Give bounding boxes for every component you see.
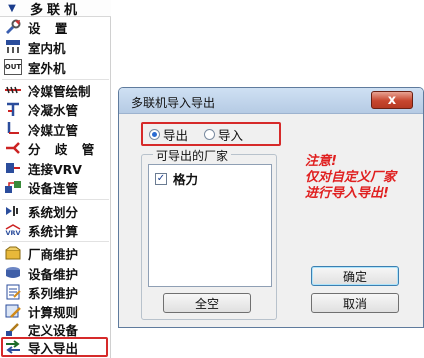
import-export-dialog: 多联机导入导出 x 导出 导入 可导出的厂家 ✓ 格力 注意! 仅对自定义厂家 … — [118, 87, 424, 328]
select-all-button[interactable]: 全空 — [163, 293, 251, 313]
menu-header-label: 多联机 — [30, 2, 82, 18]
menu-item-label: 冷媒管绘制 — [28, 83, 91, 99]
menu-item-label: 设 置 — [28, 20, 73, 36]
menu-item-label: 室内机 — [28, 40, 66, 56]
menu-item-label: 冷媒立管 — [28, 122, 79, 138]
dialog-title: 多联机导入导出 — [131, 96, 216, 110]
connect-vrv-icon — [4, 160, 22, 176]
menu-divider — [2, 199, 109, 200]
refrigerant-pipe-icon — [4, 82, 22, 98]
dialog-titlebar[interactable]: 多联机导入导出 x — [119, 88, 423, 114]
menu-item-label: 系列维护 — [28, 285, 79, 301]
cancel-button[interactable]: 取消 — [311, 293, 399, 313]
radio-export-label: 导出 — [163, 127, 189, 143]
vendor-list[interactable]: ✓ 格力 — [148, 164, 272, 287]
vendor-maintain-icon — [4, 245, 22, 261]
radio-import-label: 导入 — [218, 127, 244, 143]
menu-item-condensate-pipe[interactable]: 冷凝水管 — [0, 100, 111, 118]
equipment-pipe-icon — [4, 179, 22, 195]
vendor-group-title: 可导出的厂家 — [153, 147, 232, 164]
menu-item-label: 连接VRV — [28, 161, 82, 177]
close-icon: x — [387, 92, 397, 108]
menu-item-label: 厂商维护 — [28, 246, 79, 262]
menu-item-connect-vrv[interactable]: 连接VRV — [0, 159, 111, 177]
chevron-down-icon: ▼ — [8, 2, 16, 14]
menu-item-calc-rule[interactable]: 计算规则 — [0, 302, 111, 320]
menu-item-indoor-unit[interactable]: 室内机 — [0, 38, 111, 56]
define-equipment-icon — [4, 321, 22, 337]
riser-pipe-icon — [4, 121, 22, 137]
menu-item-label: 计算规则 — [28, 304, 79, 320]
system-divide-icon — [4, 203, 22, 219]
menu-item-outdoor-unit[interactable]: OUT 室外机 — [0, 58, 111, 76]
vendor-label: 格力 — [173, 172, 199, 187]
menu-item-equipment-pipe[interactable]: 设备连管 — [0, 178, 111, 196]
mode-radio-group: 导出 导入 — [141, 122, 281, 146]
menu-item-branch-pipe[interactable]: 分 歧 管 — [0, 139, 111, 157]
checkmark-icon: ✓ — [156, 172, 166, 184]
active-item-highlight — [1, 337, 108, 357]
menu-item-label: 系统划分 — [28, 204, 79, 220]
warning-line: 仅对自定义厂家 — [305, 170, 397, 185]
warning-note: 注意! 仅对自定义厂家 进行导入导出! — [305, 154, 420, 202]
menu-item-label: 冷凝水管 — [28, 102, 79, 118]
menu-item-label: 设备维护 — [28, 266, 79, 282]
radio-circle-checked[interactable] — [149, 128, 160, 140]
condensate-pipe-icon — [4, 101, 22, 117]
menu-item-system-calc[interactable]: VRV 系统计算 — [0, 221, 111, 239]
calc-rule-icon — [4, 303, 22, 319]
menu-item-settings[interactable]: 设 置 — [0, 18, 111, 36]
menu-item-vendor-maintain[interactable]: 厂商维护 — [0, 244, 111, 262]
menu-item-system-divide[interactable]: 系统划分 — [0, 202, 111, 220]
equipment-maintain-icon — [4, 265, 22, 281]
menu-item-equipment-maintain[interactable]: 设备维护 — [0, 264, 111, 282]
system-calc-icon-text: VRV — [5, 228, 21, 237]
menu-divider — [2, 241, 109, 242]
branch-pipe-icon — [4, 140, 22, 156]
vendor-checkbox[interactable]: ✓ — [155, 172, 167, 185]
radio-circle[interactable] — [204, 128, 216, 140]
menu-item-series-maintain[interactable]: 系列维护 — [0, 283, 111, 301]
close-button[interactable]: x — [371, 91, 413, 109]
indoor-unit-icon — [4, 39, 22, 55]
warning-line: 进行导入导出! — [305, 186, 389, 201]
system-calc-icon: VRV — [4, 222, 22, 238]
outdoor-unit-icon: OUT — [4, 59, 22, 75]
list-item[interactable]: ✓ 格力 — [155, 169, 198, 188]
settings-icon — [4, 19, 22, 35]
radio-export[interactable]: 导出 — [149, 125, 188, 144]
menu-item-label: 室外机 — [28, 60, 66, 76]
series-maintain-icon — [4, 284, 22, 300]
ok-button[interactable]: 确定 — [311, 266, 399, 286]
menu-item-label: 定义设备 — [28, 322, 79, 338]
menu-header[interactable]: ▼ 多联机 — [0, 0, 111, 18]
menu-item-define-equipment[interactable]: 定义设备 — [0, 320, 111, 338]
menu-item-riser-pipe[interactable]: 冷媒立管 — [0, 120, 111, 138]
menu-item-label: 设备连管 — [28, 180, 79, 196]
menu-item-label: 系统计算 — [28, 223, 79, 239]
vrv-side-menu: ▼ 多联机 设 置 室内机 OUT 室外机 冷媒管绘制 冷凝水管 冷媒立管 分 … — [0, 0, 111, 358]
menu-item-label: 分 歧 管 — [28, 141, 100, 157]
warning-line: 注意! — [305, 154, 337, 169]
outdoor-unit-icon-text: OUT — [4, 62, 22, 71]
radio-import[interactable]: 导入 — [204, 125, 243, 144]
menu-item-refrigerant-pipe[interactable]: 冷媒管绘制 — [0, 81, 111, 99]
